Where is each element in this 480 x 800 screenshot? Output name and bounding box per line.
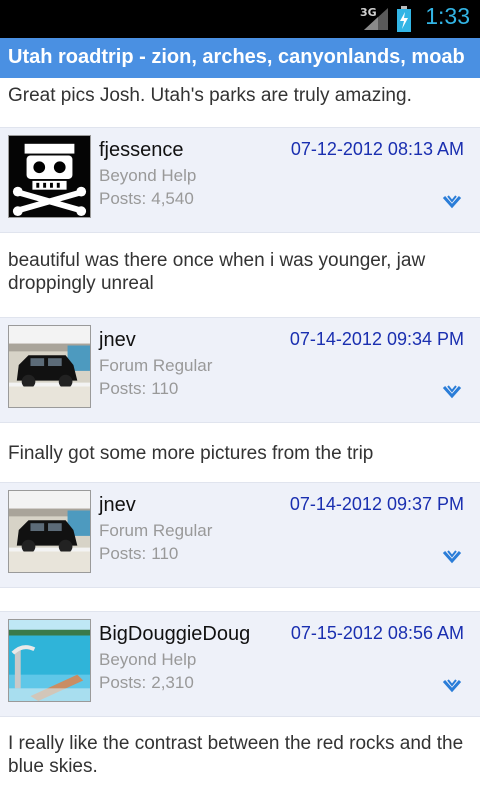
battery-charging-icon: [397, 6, 411, 32]
post-date: 07-15-2012 08:56 AM: [290, 623, 464, 643]
thread-title-bar: Utah roadtrip - zion, arches, canyonland…: [0, 38, 480, 78]
post-message: Great pics Josh. Utah's parks are truly …: [8, 85, 412, 106]
status-bar: 3G 1:33: [0, 0, 480, 38]
post-date: 07-12-2012 08:13 AM: [290, 139, 464, 159]
username[interactable]: jnev: [99, 329, 136, 352]
chevron-down-icon[interactable]: [442, 678, 462, 694]
user-avatar[interactable]: [8, 619, 91, 702]
post-list[interactable]: Great pics Josh. Utah's parks are truly …: [0, 78, 480, 800]
signal-icon: [364, 8, 388, 30]
skull-jeep-avatar-icon: [9, 136, 90, 217]
user-rank: Beyond Help: [99, 650, 197, 669]
chevron-down-icon[interactable]: [442, 549, 462, 565]
user-rank: Beyond Help: [99, 166, 197, 185]
post-count: Posts: 4,540: [99, 189, 194, 208]
post-message: beautiful was there once when i was youn…: [8, 250, 426, 294]
beach-photo-avatar-icon: [9, 620, 90, 701]
post-message: I really like the contrast between the r…: [8, 733, 464, 777]
post-count: Posts: 110: [99, 379, 179, 398]
post-count: Posts: 2,310: [99, 673, 194, 692]
post-header[interactable]: BigDouggieDoug Beyond Help Posts: 2,310 0…: [0, 611, 480, 717]
chevron-down-icon[interactable]: [442, 384, 462, 400]
user-avatar[interactable]: [8, 325, 91, 408]
user-rank: Forum Regular: [99, 356, 213, 375]
suv-photo-avatar-icon: [9, 326, 90, 407]
post-count: Posts: 110: [99, 544, 179, 563]
username[interactable]: jnev: [99, 494, 136, 517]
post-date: 07-14-2012 09:37 PM: [289, 494, 464, 514]
post-date: 07-14-2012 09:34 PM: [289, 329, 464, 349]
post-message: Finally got some more pictures from the …: [8, 443, 374, 464]
username[interactable]: BigDouggieDoug: [99, 623, 250, 646]
suv-photo-avatar-icon: [9, 491, 90, 572]
chevron-down-icon[interactable]: [442, 194, 462, 210]
post-header[interactable]: jnev Forum Regular Posts: 110 07-14-2012 …: [0, 482, 480, 588]
user-avatar[interactable]: [8, 490, 91, 573]
user-rank: Forum Regular: [99, 521, 213, 540]
post-header[interactable]: fjessence Beyond Help Posts: 4,540 07-12-…: [0, 127, 480, 233]
post-message: [0, 588, 480, 611]
thread-title: Utah roadtrip - zion, arches, canyonland…: [8, 46, 465, 68]
post-header[interactable]: jnev Forum Regular Posts: 110 07-14-2012 …: [0, 317, 480, 423]
user-avatar[interactable]: [8, 135, 91, 218]
clock: 1:33: [425, 3, 470, 29]
username[interactable]: fjessence: [99, 139, 184, 162]
